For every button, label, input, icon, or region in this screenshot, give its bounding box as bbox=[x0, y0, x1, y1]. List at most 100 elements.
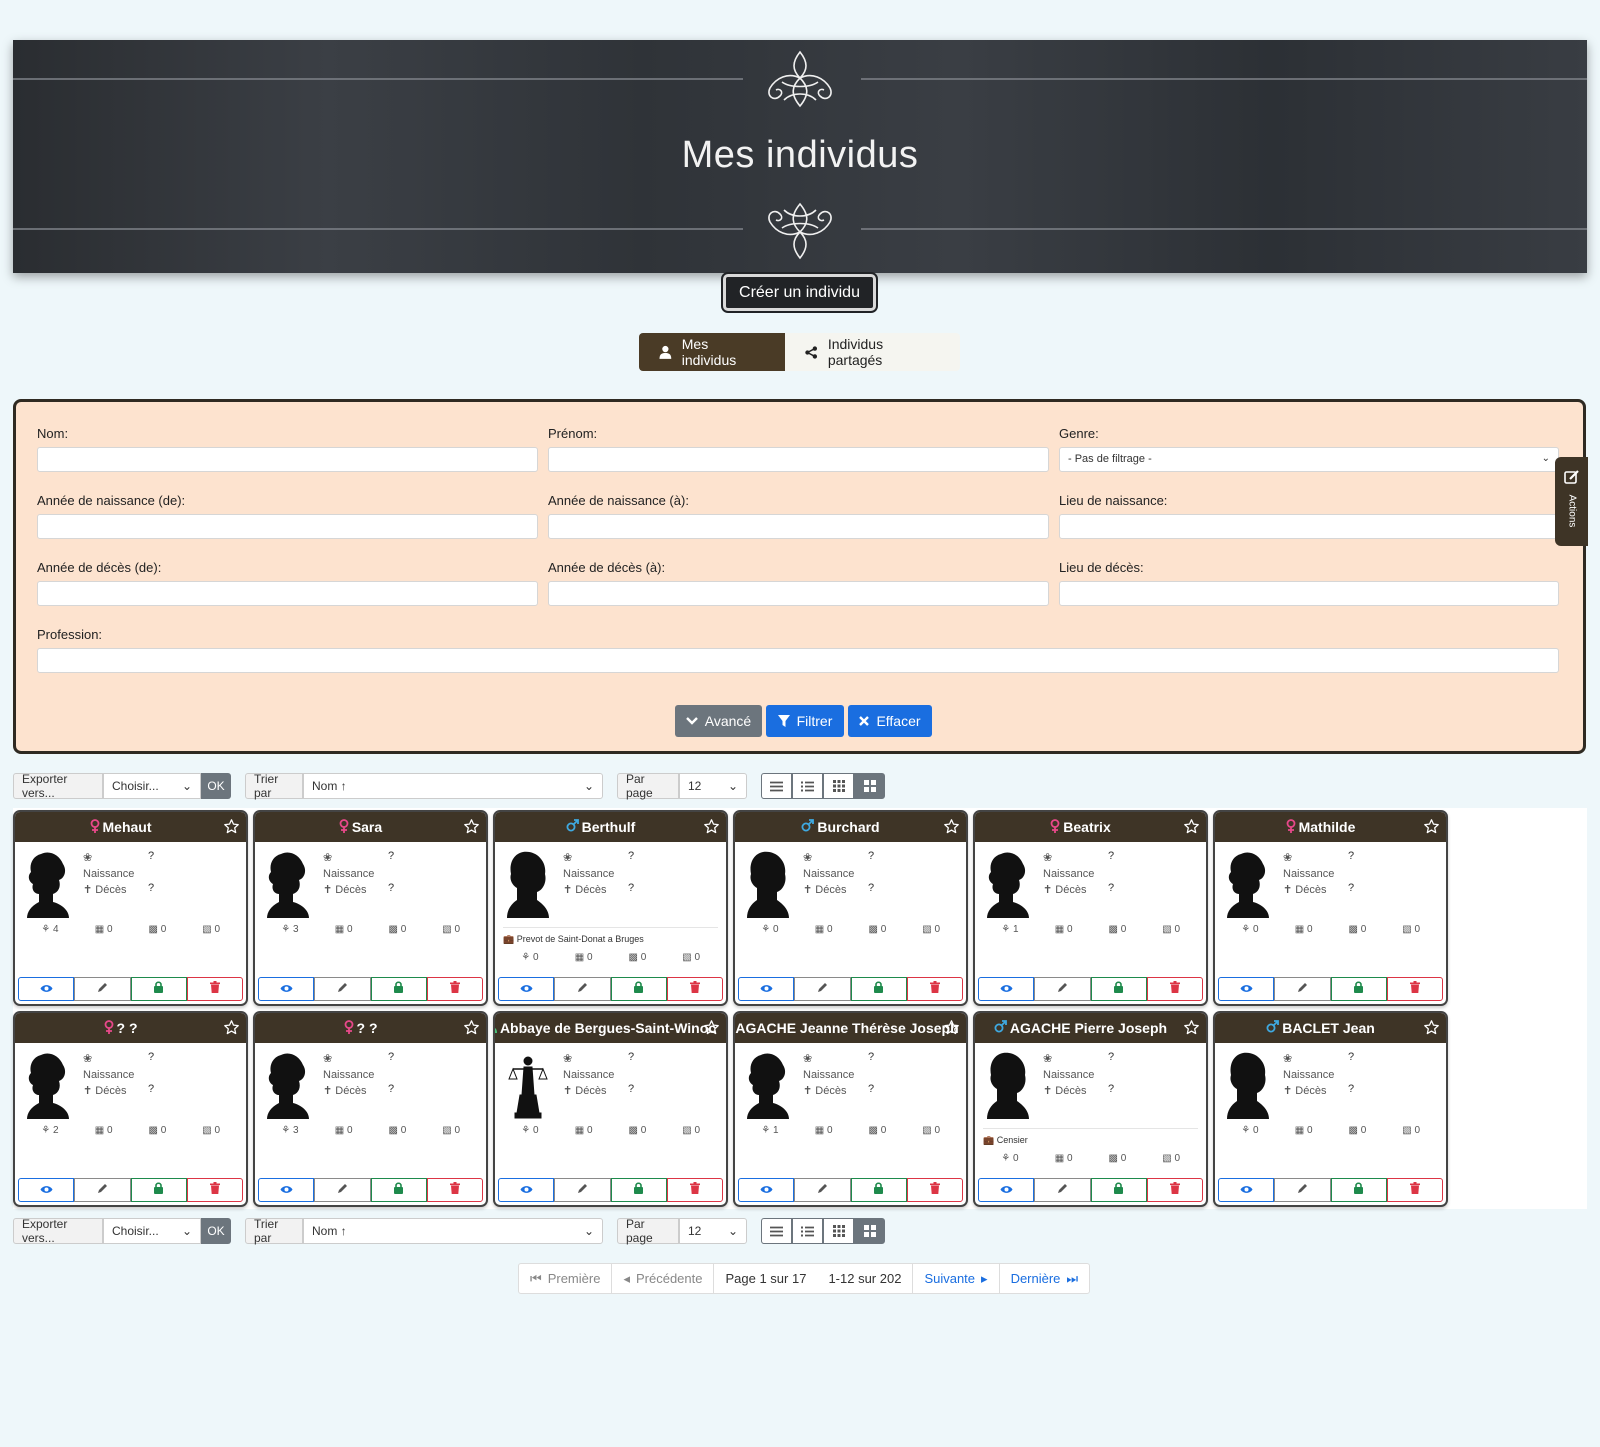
edit-button[interactable] bbox=[74, 977, 131, 1001]
card-header[interactable]: ? ? bbox=[255, 1013, 486, 1043]
lieu-deces-input[interactable] bbox=[1059, 581, 1559, 606]
perpage-select[interactable]: 12 ⌄ bbox=[679, 773, 747, 799]
star-icon[interactable] bbox=[943, 818, 960, 835]
view-detail-list-button[interactable] bbox=[792, 773, 823, 799]
star-icon[interactable] bbox=[943, 1019, 960, 1036]
delete-button[interactable] bbox=[666, 1178, 723, 1202]
delete-button[interactable] bbox=[1386, 1178, 1443, 1202]
view-large-grid-button[interactable] bbox=[854, 1218, 885, 1244]
tab-shared-individuals[interactable]: Individus partagés bbox=[785, 333, 960, 371]
lock-button[interactable] bbox=[1090, 1178, 1147, 1202]
view-button[interactable] bbox=[1218, 977, 1275, 1001]
naissance-a-input[interactable] bbox=[548, 514, 1049, 539]
star-icon[interactable] bbox=[223, 818, 240, 835]
edit-button[interactable] bbox=[1034, 977, 1091, 1001]
delete-button[interactable] bbox=[666, 977, 723, 1001]
edit-button[interactable] bbox=[314, 977, 371, 1001]
lieu-naissance-input[interactable] bbox=[1059, 514, 1559, 539]
edit-button[interactable] bbox=[554, 1178, 611, 1202]
delete-button[interactable] bbox=[186, 977, 243, 1001]
filter-button[interactable]: Filtrer bbox=[766, 705, 844, 737]
delete-button[interactable] bbox=[1146, 977, 1203, 1001]
view-small-grid-button[interactable] bbox=[823, 773, 854, 799]
view-button[interactable] bbox=[1218, 1178, 1275, 1202]
star-icon[interactable] bbox=[1423, 818, 1440, 835]
star-icon[interactable] bbox=[703, 818, 720, 835]
delete-button[interactable] bbox=[1386, 977, 1443, 1001]
card-header[interactable]: Berthulf bbox=[495, 812, 726, 842]
delete-button[interactable] bbox=[906, 977, 963, 1001]
advanced-button[interactable]: Avancé bbox=[675, 705, 762, 737]
card-header[interactable]: Mehaut bbox=[15, 812, 246, 842]
view-list-button[interactable] bbox=[761, 1218, 792, 1244]
clear-button[interactable]: Effacer bbox=[848, 705, 932, 737]
card-header[interactable]: Beatrix bbox=[975, 812, 1206, 842]
sort-select[interactable]: Nom ↑ ⌄ bbox=[303, 1218, 603, 1244]
edit-button[interactable] bbox=[1034, 1178, 1091, 1202]
view-button[interactable] bbox=[258, 1178, 315, 1202]
actions-side-tab[interactable]: Actions bbox=[1555, 457, 1588, 546]
edit-button[interactable] bbox=[794, 977, 851, 1001]
deces-de-input[interactable] bbox=[37, 581, 538, 606]
view-large-grid-button[interactable] bbox=[854, 773, 885, 799]
star-icon[interactable] bbox=[223, 1019, 240, 1036]
card-header[interactable]: BACLET Jean bbox=[1215, 1013, 1446, 1043]
delete-button[interactable] bbox=[1146, 1178, 1203, 1202]
star-icon[interactable] bbox=[1183, 818, 1200, 835]
card-header[interactable]: AGACHE Jeanne Thérèse Joseph bbox=[735, 1013, 966, 1043]
star-icon[interactable] bbox=[463, 1019, 480, 1036]
card-header[interactable]: Burchard bbox=[735, 812, 966, 842]
edit-button[interactable] bbox=[554, 977, 611, 1001]
view-detail-list-button[interactable] bbox=[792, 1218, 823, 1244]
view-button[interactable] bbox=[738, 1178, 795, 1202]
view-button[interactable] bbox=[18, 1178, 75, 1202]
lock-button[interactable] bbox=[850, 1178, 907, 1202]
lock-button[interactable] bbox=[1330, 1178, 1387, 1202]
create-individual-button[interactable]: Créer un individu bbox=[721, 272, 878, 313]
lock-button[interactable] bbox=[610, 977, 667, 1001]
first-page-button[interactable]: ⏮ Première bbox=[519, 1264, 613, 1293]
edit-button[interactable] bbox=[74, 1178, 131, 1202]
star-icon[interactable] bbox=[1423, 1019, 1440, 1036]
star-icon[interactable] bbox=[1183, 1019, 1200, 1036]
edit-button[interactable] bbox=[1274, 1178, 1331, 1202]
view-button[interactable] bbox=[978, 1178, 1035, 1202]
view-button[interactable] bbox=[738, 977, 795, 1001]
naissance-de-input[interactable] bbox=[37, 514, 538, 539]
view-small-grid-button[interactable] bbox=[823, 1218, 854, 1244]
delete-button[interactable] bbox=[186, 1178, 243, 1202]
lock-button[interactable] bbox=[850, 977, 907, 1001]
delete-button[interactable] bbox=[906, 1178, 963, 1202]
card-header[interactable]: Abbaye de Bergues-Saint-Winoc bbox=[495, 1013, 726, 1043]
last-page-button[interactable]: Dernière ⏭ bbox=[1000, 1264, 1090, 1293]
lock-button[interactable] bbox=[370, 1178, 427, 1202]
export-ok-button[interactable]: OK bbox=[201, 773, 231, 799]
next-page-button[interactable]: Suivante ▸ bbox=[913, 1264, 1000, 1293]
card-header[interactable]: Mathilde bbox=[1215, 812, 1446, 842]
deces-a-input[interactable] bbox=[548, 581, 1049, 606]
perpage-select[interactable]: 12 ⌄ bbox=[679, 1218, 747, 1244]
export-ok-button[interactable]: OK bbox=[201, 1218, 231, 1244]
view-button[interactable] bbox=[258, 977, 315, 1001]
delete-button[interactable] bbox=[426, 977, 483, 1001]
tab-my-individuals[interactable]: Mes individus bbox=[639, 333, 785, 371]
export-select[interactable]: Choisir... ⌄ bbox=[103, 773, 201, 799]
prev-page-button[interactable]: ◂ Précédente bbox=[612, 1264, 715, 1293]
genre-select[interactable]: - Pas de filtrage - ⌄ bbox=[1059, 447, 1559, 472]
view-button[interactable] bbox=[498, 977, 555, 1001]
nom-input[interactable] bbox=[37, 447, 538, 472]
card-header[interactable]: AGACHE Pierre Joseph bbox=[975, 1013, 1206, 1043]
view-list-button[interactable] bbox=[761, 773, 792, 799]
star-icon[interactable] bbox=[703, 1019, 720, 1036]
prenom-input[interactable] bbox=[548, 447, 1049, 472]
lock-button[interactable] bbox=[130, 977, 187, 1001]
edit-button[interactable] bbox=[794, 1178, 851, 1202]
edit-button[interactable] bbox=[314, 1178, 371, 1202]
card-header[interactable]: Sara bbox=[255, 812, 486, 842]
view-button[interactable] bbox=[978, 977, 1035, 1001]
view-button[interactable] bbox=[498, 1178, 555, 1202]
star-icon[interactable] bbox=[463, 818, 480, 835]
profession-input[interactable] bbox=[37, 648, 1559, 673]
lock-button[interactable] bbox=[1090, 977, 1147, 1001]
lock-button[interactable] bbox=[370, 977, 427, 1001]
